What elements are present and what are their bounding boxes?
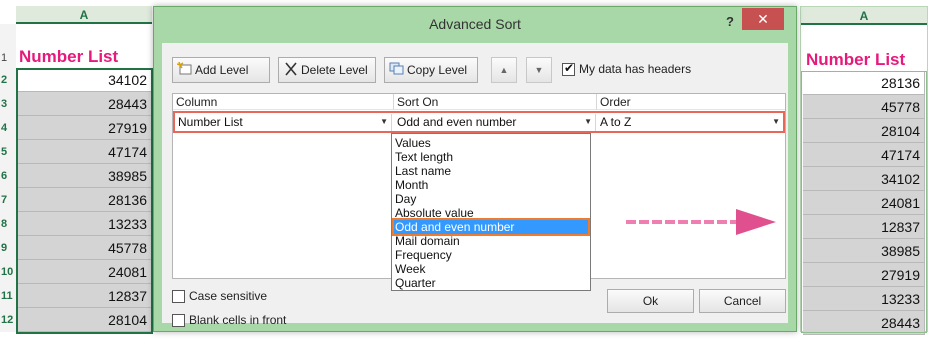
number-cell[interactable]: 34102 bbox=[803, 167, 925, 191]
copy-icon bbox=[389, 60, 405, 75]
number-cell[interactable]: 28136 bbox=[16, 188, 152, 212]
number-cell[interactable]: 27919 bbox=[16, 116, 152, 140]
sort-on-dropdown-list: Values Text length Last name Month Day Absolu… bbox=[391, 133, 591, 291]
title-bar[interactable]: Advanced Sort ? ✕ bbox=[154, 7, 796, 41]
my-data-has-headers-label: My data has headers bbox=[579, 62, 692, 76]
number-cell[interactable]: 34102 bbox=[16, 68, 152, 92]
number-cell[interactable]: 47174 bbox=[803, 143, 925, 167]
number-cell[interactable]: 13233 bbox=[803, 287, 925, 311]
sort-on-option[interactable]: Last name bbox=[394, 164, 588, 178]
number-cell[interactable]: 45778 bbox=[16, 236, 152, 260]
left-worksheet: A 1 2 3 4 5 6 7 8 9 10 11 12 Number List 34102 28443… bbox=[0, 6, 153, 334]
number-cell[interactable]: 12837 bbox=[16, 284, 152, 308]
number-cell[interactable]: 13233 bbox=[16, 212, 152, 236]
number-cell[interactable]: 12837 bbox=[803, 215, 925, 239]
delete-level-label: Delete Level bbox=[301, 63, 368, 77]
sort-level-row-highlight bbox=[173, 111, 785, 133]
row-number[interactable]: 11 bbox=[0, 284, 16, 308]
blank-cells-in-front-label: Blank cells in front bbox=[189, 313, 287, 327]
sort-on-option[interactable]: Values bbox=[394, 136, 588, 150]
dialog-body: Add Level Delete Level Copy Level ▲ ▼ My… bbox=[162, 43, 788, 327]
number-cell[interactable]: 47174 bbox=[16, 140, 152, 164]
help-button[interactable]: ? bbox=[722, 13, 738, 31]
grid-header-sort-on: Sort On bbox=[394, 94, 597, 110]
sort-on-option[interactable]: Week bbox=[394, 262, 588, 276]
row-number[interactable]: 8 bbox=[0, 212, 16, 236]
number-cell[interactable]: 24081 bbox=[16, 260, 152, 284]
header-cell-number-list[interactable]: Number List bbox=[16, 44, 152, 70]
sort-on-option[interactable]: Frequency bbox=[394, 248, 588, 262]
move-up-button[interactable]: ▲ bbox=[491, 57, 517, 83]
add-level-label: Add Level bbox=[195, 63, 249, 77]
ok-button[interactable]: Ok bbox=[607, 289, 694, 313]
number-cell[interactable]: 38985 bbox=[16, 164, 152, 188]
grid-header-order: Order bbox=[597, 94, 785, 110]
number-cell[interactable]: 38985 bbox=[803, 239, 925, 263]
row-number[interactable]: 2 bbox=[0, 68, 16, 92]
number-cell[interactable]: 28136 bbox=[803, 71, 925, 95]
number-cell[interactable]: 45778 bbox=[803, 95, 925, 119]
cancel-button[interactable]: Cancel bbox=[699, 289, 786, 313]
number-cell[interactable]: 27919 bbox=[803, 263, 925, 287]
delete-x-icon bbox=[283, 60, 299, 76]
advanced-sort-dialog: Advanced Sort ? ✕ Add Level Delete Level… bbox=[153, 6, 797, 332]
sort-on-option[interactable]: Odd and even number bbox=[392, 218, 590, 236]
row-number[interactable]: 1 bbox=[0, 46, 16, 70]
add-level-button[interactable]: Add Level bbox=[172, 57, 270, 83]
blank-cells-in-front-checkbox[interactable] bbox=[172, 314, 185, 327]
sort-on-option[interactable]: Text length bbox=[394, 150, 588, 164]
number-cell[interactable]: 28443 bbox=[803, 311, 925, 335]
header-cell-number-list[interactable]: Number List bbox=[803, 47, 927, 73]
row-number[interactable]: 3 bbox=[0, 92, 16, 116]
row-number[interactable]: 4 bbox=[0, 116, 16, 140]
sort-on-option[interactable]: Day bbox=[394, 192, 588, 206]
case-sensitive-label: Case sensitive bbox=[189, 289, 268, 303]
delete-level-button[interactable]: Delete Level bbox=[278, 57, 376, 83]
my-data-has-headers-checkbox[interactable] bbox=[562, 61, 575, 76]
case-sensitive-checkbox[interactable] bbox=[172, 290, 185, 303]
add-level-icon bbox=[176, 60, 193, 75]
sort-on-option[interactable]: Mail domain bbox=[394, 234, 588, 248]
dialog-title: Advanced Sort bbox=[429, 16, 521, 32]
row-number[interactable]: 5 bbox=[0, 140, 16, 164]
copy-level-button[interactable]: Copy Level bbox=[384, 57, 478, 83]
right-worksheet: A Number List 28136 45778 28104 47174 34102 2… bbox=[800, 6, 928, 335]
row-number[interactable]: 12 bbox=[0, 308, 16, 332]
grid-header-column: Column bbox=[173, 94, 394, 110]
sort-on-option[interactable]: Absolute value bbox=[394, 206, 588, 220]
sort-on-option[interactable]: Month bbox=[394, 178, 588, 192]
pink-arrow-icon bbox=[626, 209, 776, 235]
column-header-a[interactable]: A bbox=[16, 6, 152, 24]
copy-level-label: Copy Level bbox=[407, 63, 468, 77]
number-cell[interactable]: 28104 bbox=[16, 308, 152, 332]
sort-on-option[interactable]: Quarter bbox=[394, 276, 588, 290]
row-number[interactable]: 6 bbox=[0, 164, 16, 188]
row-number[interactable]: 7 bbox=[0, 188, 16, 212]
number-cell[interactable]: 24081 bbox=[803, 191, 925, 215]
move-down-button[interactable]: ▼ bbox=[526, 57, 552, 83]
row-number[interactable]: 9 bbox=[0, 236, 16, 260]
row-number[interactable]: 10 bbox=[0, 260, 16, 284]
close-button[interactable]: ✕ bbox=[742, 8, 784, 30]
number-cell[interactable]: 28104 bbox=[803, 119, 925, 143]
number-cell[interactable]: 28443 bbox=[16, 92, 152, 116]
column-header-a[interactable]: A bbox=[801, 7, 927, 25]
